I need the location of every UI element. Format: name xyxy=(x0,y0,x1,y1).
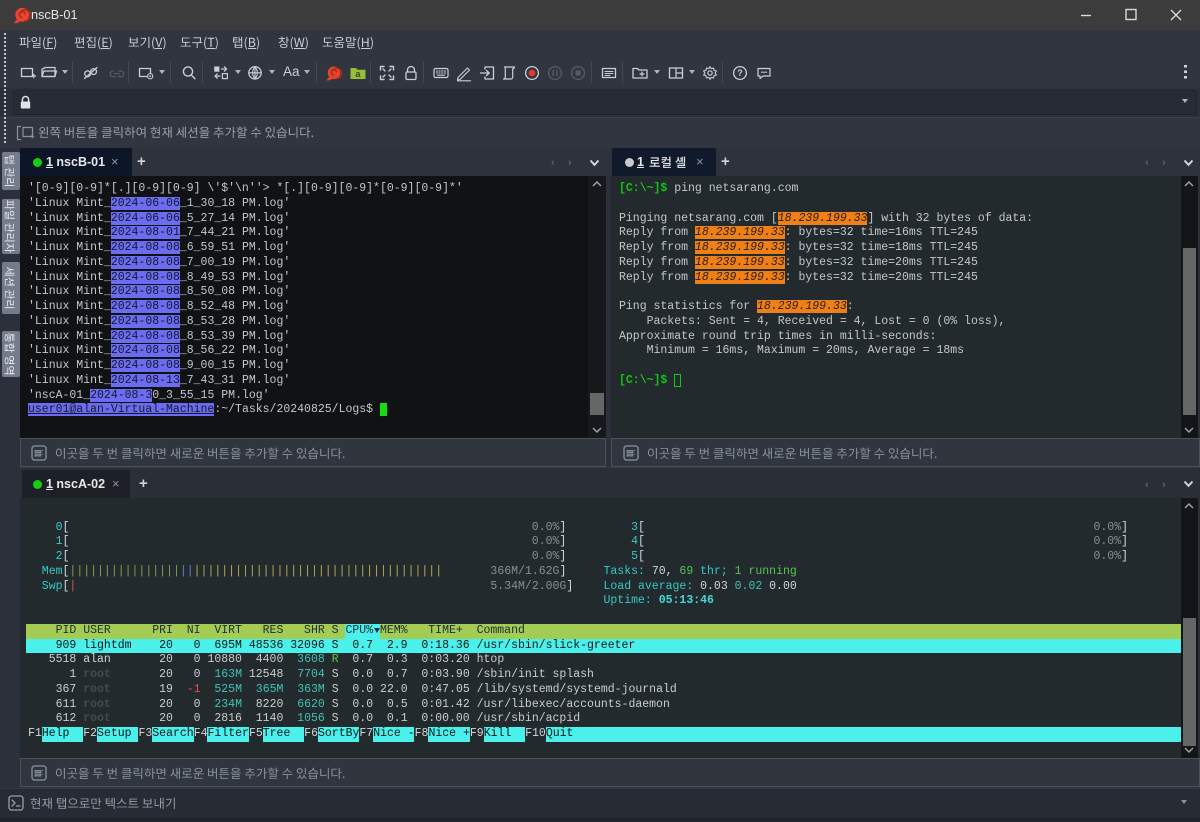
svg-text:a: a xyxy=(355,69,361,80)
svg-text:?: ? xyxy=(737,68,743,78)
